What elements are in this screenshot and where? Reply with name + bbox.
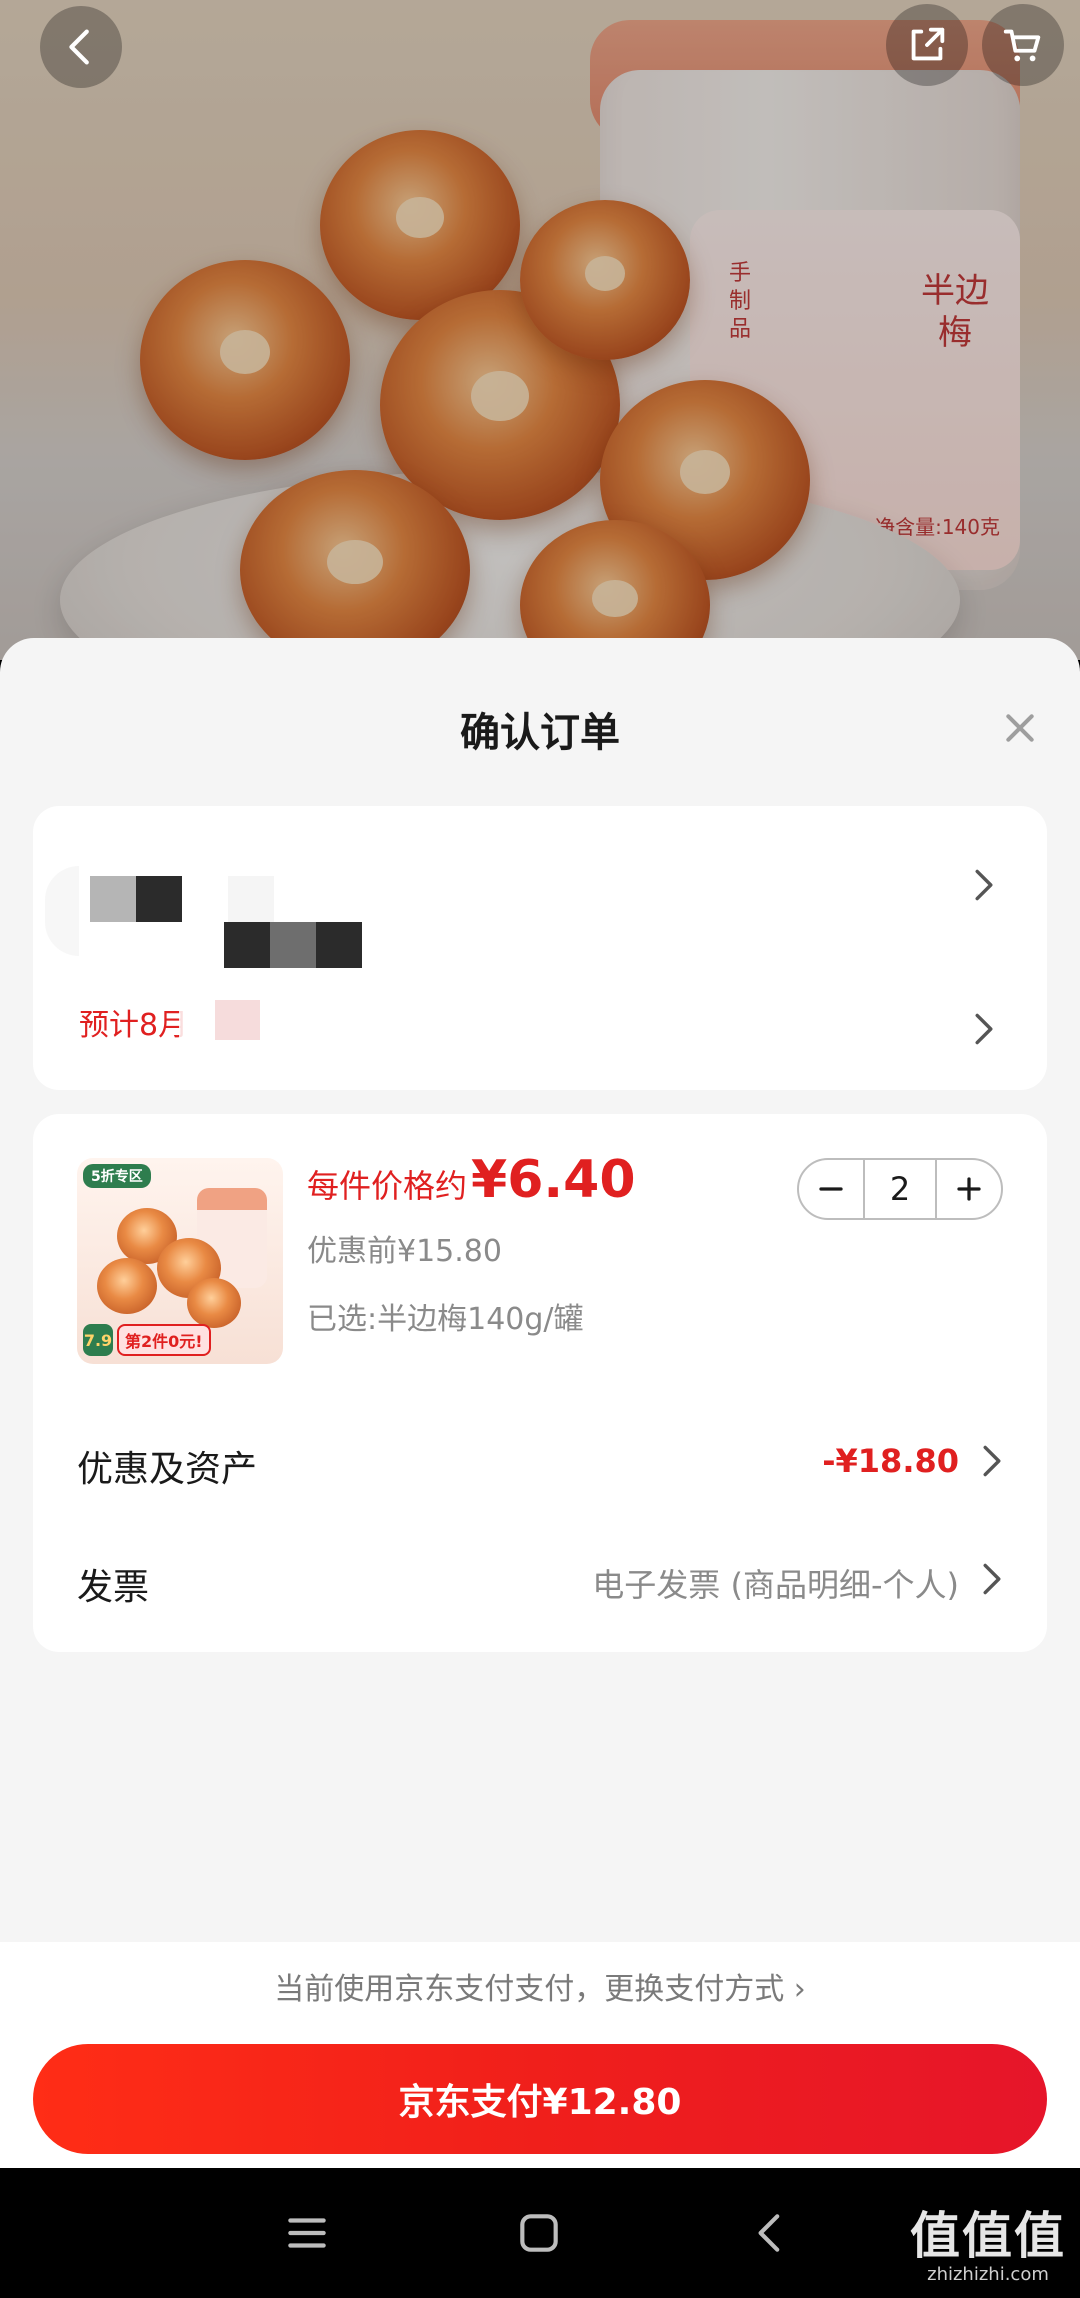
watermark-logo: 值值值 (910, 2206, 1066, 2265)
back-button[interactable] (40, 6, 122, 88)
price-line: 每件价格约¥6.40 (307, 1150, 636, 1210)
unit-price: ¥6.40 (471, 1150, 636, 1210)
change-payment-method-link[interactable]: 当前使用京东支付支付，更换支付方式 › (0, 1964, 1080, 2008)
invoice-row[interactable]: 发票 电子发票 (商品明细-个人) (77, 1548, 1003, 1608)
watermark: 值值值 zhizhizhi.com (910, 2196, 1066, 2285)
watermark-url: zhizhizhi.com (927, 2264, 1049, 2285)
order-sheet: 确认订单 预计8月 5折专区 7.9 第2件0元! 每件价格约¥6.40 优惠前… (0, 638, 1080, 2168)
menu-lines-icon (288, 2218, 326, 2248)
thumb-fruit (187, 1278, 241, 1328)
close-icon (1006, 714, 1034, 742)
price-prefix: 每件价格约 (307, 1167, 468, 1205)
quantity-value[interactable]: 2 (863, 1160, 937, 1218)
product-card: 5折专区 7.9 第2件0元! 每件价格约¥6.40 优惠前¥15.80 已选:… (33, 1114, 1047, 1652)
system-back-button[interactable] (746, 2208, 796, 2258)
cart-icon (1003, 29, 1041, 62)
recent-apps-button[interactable] (282, 2208, 332, 2258)
pay-button[interactable]: 京东支付¥12.80 (33, 2044, 1047, 2154)
quantity-stepper: 2 (797, 1158, 1003, 1220)
back-chevron-icon (758, 2214, 780, 2252)
home-square-icon (520, 2214, 558, 2252)
thumb-price-tag: 7.9 (83, 1324, 113, 1356)
invoice-chevron (981, 1562, 1003, 1596)
delivery-eta: 预计8月 (79, 1008, 189, 1043)
share-icon (911, 27, 945, 61)
product-thumbnail[interactable]: 5折专区 7.9 第2件0元! (77, 1158, 283, 1364)
discount-label: 优惠及资产 (77, 1449, 258, 1490)
invoice-value: 电子发票 (商品明细-个人) (592, 1566, 959, 1604)
selected-spec[interactable]: 已选:半边梅140g/罐 (307, 1294, 584, 1338)
minus-icon (819, 1187, 843, 1191)
chevron-right-icon (975, 1013, 993, 1045)
thumb-fruit (97, 1258, 157, 1314)
original-price: 优惠前¥15.80 (307, 1234, 502, 1269)
eta-redacted (179, 1000, 359, 1040)
plus-icon (957, 1177, 981, 1201)
back-arrow-icon (69, 29, 89, 65)
discount-value: -¥18.80 (822, 1442, 959, 1480)
address-card[interactable]: 预计8月 (33, 806, 1047, 1090)
system-nav-bar: 值值值 zhizhizhi.com (0, 2168, 1080, 2298)
close-button[interactable] (1000, 708, 1040, 748)
address-redacted (45, 856, 362, 996)
decrement-button[interactable] (799, 1160, 863, 1218)
product-hero-image: 半边梅 手制品 净含量:140克 (0, 0, 1080, 660)
chevron-right-icon (983, 1445, 1001, 1477)
discount-chevron (981, 1444, 1003, 1478)
thumb-tag: 5折专区 (83, 1164, 151, 1188)
thumb-promo-tag: 第2件0元! (117, 1324, 211, 1356)
eta-chevron (973, 1012, 995, 1046)
chevron-right-icon (975, 869, 993, 901)
address-chevron (973, 868, 995, 902)
cart-button[interactable] (982, 4, 1064, 86)
payment-bar: 当前使用京东支付支付，更换支付方式 › 京东支付¥12.80 (0, 1942, 1080, 2168)
home-button[interactable] (514, 2208, 564, 2258)
dim-overlay (0, 0, 1080, 660)
increment-button[interactable] (937, 1160, 1001, 1218)
sheet-title: 确认订单 (460, 710, 620, 756)
share-button[interactable] (886, 4, 968, 86)
chevron-right-icon (983, 1563, 1001, 1595)
discount-row[interactable]: 优惠及资产 -¥18.80 (77, 1430, 1003, 1490)
invoice-label: 发票 (77, 1567, 150, 1608)
